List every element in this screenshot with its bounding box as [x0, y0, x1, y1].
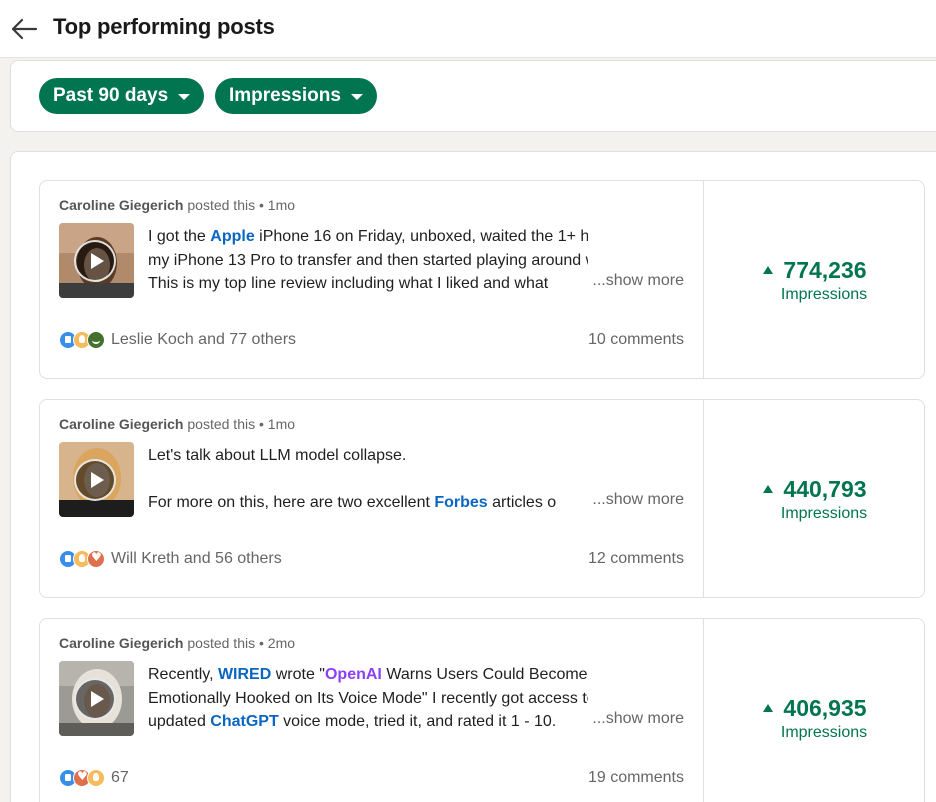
metric-label: Impressions: [780, 505, 868, 522]
metric-value: 440,793: [704, 476, 926, 503]
mention-link[interactable]: OpenAI: [325, 666, 382, 683]
posted-label: posted this: [187, 197, 256, 213]
post-text-line: I got the Apple iPhone 16 on Friday, unb…: [148, 225, 588, 249]
post-text-line: Let's talk about LLM model collapse.: [148, 447, 407, 464]
text-fragment: articles o: [487, 494, 557, 511]
reactions-text: Leslie Koch and 77 others: [111, 331, 297, 348]
text-fragment: For more on this, here are two excellent: [148, 494, 435, 511]
post-text-line: my iPhone 13 Pro to transfer and then st…: [148, 251, 588, 269]
author-name[interactable]: Caroline Giegerich: [59, 635, 183, 651]
post-text-line: updated ChatGPT voice mode, tried it, an…: [148, 710, 588, 734]
trend-up-icon: [763, 703, 774, 712]
post-card[interactable]: Caroline Giegerich posted this • 2mo Rec…: [39, 618, 925, 802]
post-text: Recently, WIRED wrote "OpenAI Warns User…: [148, 663, 588, 734]
post-age: 1mo: [267, 197, 296, 213]
comments-count[interactable]: 10 comments: [588, 331, 684, 349]
metric-label: Impressions: [780, 724, 868, 741]
support-icon: [87, 331, 105, 349]
post-age: 2mo: [267, 635, 296, 651]
posted-label: posted this: [187, 635, 256, 651]
text-fragment: voice mode, tried it, and rated it 1 - 1…: [278, 713, 557, 730]
metric-number: 440,793: [783, 476, 867, 502]
metric-panel: 440,793 Impressions: [704, 400, 926, 597]
love-icon: [87, 550, 105, 568]
mention-link[interactable]: WIRED: [218, 666, 271, 683]
author-name[interactable]: Caroline Giegerich: [59, 416, 183, 432]
text-fragment: wrote ": [271, 666, 325, 683]
post-text-line-blank: [148, 468, 588, 492]
filter-bar: Past 90 days Impressions: [10, 60, 936, 132]
post-text-line: Recently, WIRED wrote "OpenAI Warns User…: [148, 663, 588, 687]
caret-down-icon: [178, 94, 191, 100]
post-text-line: Emotionally Hooked on Its Voice Mode" I …: [148, 689, 588, 707]
post-text: Let's talk about LLM model collapse. For…: [148, 444, 588, 515]
back-button[interactable]: [10, 14, 40, 44]
metric-label: Impressions: [780, 286, 868, 303]
comments-count[interactable]: 19 comments: [588, 769, 684, 787]
post-card[interactable]: Caroline Giegerich posted this • 1mo Let…: [39, 399, 925, 598]
play-icon: [74, 459, 116, 501]
metric-panel: 774,236 Impressions: [704, 181, 926, 378]
trend-up-icon: [763, 484, 774, 493]
post-content: Caroline Giegerich posted this • 1mo Let…: [40, 400, 704, 597]
play-icon: [74, 678, 116, 720]
trend-up-icon: [763, 265, 774, 274]
posted-label: posted this: [187, 416, 256, 432]
post-card[interactable]: Caroline Giegerich posted this • 1mo I g…: [39, 180, 925, 379]
insightful-icon: [87, 769, 105, 787]
play-icon: [74, 240, 116, 282]
reactions-text: 67: [111, 769, 129, 786]
caret-down-icon: [350, 94, 363, 100]
mention-link[interactable]: Forbes: [434, 494, 487, 511]
metric-filter-label: Impressions: [229, 85, 341, 106]
post-text-line: This is my top line review including wha…: [148, 275, 549, 292]
comments-count[interactable]: 12 comments: [588, 550, 684, 568]
post-meta: Caroline Giegerich posted this • 1mo: [59, 416, 295, 432]
post-content: Caroline Giegerich posted this • 1mo I g…: [40, 181, 704, 378]
metric-number: 774,236: [783, 257, 867, 283]
separator-dot: •: [258, 635, 264, 651]
text-fragment: Recently,: [148, 666, 218, 683]
reactions-summary[interactable]: 67: [59, 769, 129, 787]
show-more-link[interactable]: ...show more: [586, 491, 684, 509]
show-more-link[interactable]: ...show more: [586, 710, 684, 728]
text-fragment: I got the: [148, 228, 211, 245]
post-meta: Caroline Giegerich posted this • 2mo: [59, 635, 295, 651]
author-name[interactable]: Caroline Giegerich: [59, 197, 183, 213]
metric-value: 774,236: [704, 257, 926, 284]
post-text-line: For more on this, here are two excellent…: [148, 491, 588, 515]
separator-dot: •: [258, 416, 264, 432]
post-age: 1mo: [267, 416, 296, 432]
reactions-summary[interactable]: Leslie Koch and 77 others: [59, 331, 296, 349]
metric-filter-dropdown[interactable]: Impressions: [215, 78, 377, 114]
mention-link[interactable]: ChatGPT: [210, 713, 278, 730]
reactions-summary[interactable]: Will Kreth and 56 others: [59, 550, 282, 568]
mention-link[interactable]: Apple: [210, 228, 254, 245]
video-thumbnail[interactable]: [59, 442, 134, 517]
video-thumbnail[interactable]: [59, 661, 134, 736]
post-content: Caroline Giegerich posted this • 2mo Rec…: [40, 619, 704, 802]
post-meta: Caroline Giegerich posted this • 1mo: [59, 197, 295, 213]
video-thumbnail[interactable]: [59, 223, 134, 298]
reactions-text: Will Kreth and 56 others: [111, 550, 282, 567]
period-filter-label: Past 90 days: [53, 85, 169, 106]
top-bar: Top performing posts: [0, 0, 936, 58]
page-title: Top performing posts: [53, 14, 275, 39]
post-text: I got the Apple iPhone 16 on Friday, unb…: [148, 225, 588, 296]
separator-dot: •: [258, 197, 264, 213]
metric-number: 406,935: [783, 695, 867, 721]
text-fragment: iPhone 16 on Friday, unboxed, waited the…: [259, 228, 588, 245]
show-more-link[interactable]: ...show more: [586, 272, 684, 290]
metric-value: 406,935: [704, 695, 926, 722]
text-fragment: updated: [148, 713, 211, 730]
metric-panel: 406,935 Impressions: [704, 619, 926, 802]
period-filter-dropdown[interactable]: Past 90 days: [39, 78, 205, 114]
arrow-left-icon: [11, 18, 38, 40]
text-fragment: Warns Users Could Become: [381, 666, 588, 683]
